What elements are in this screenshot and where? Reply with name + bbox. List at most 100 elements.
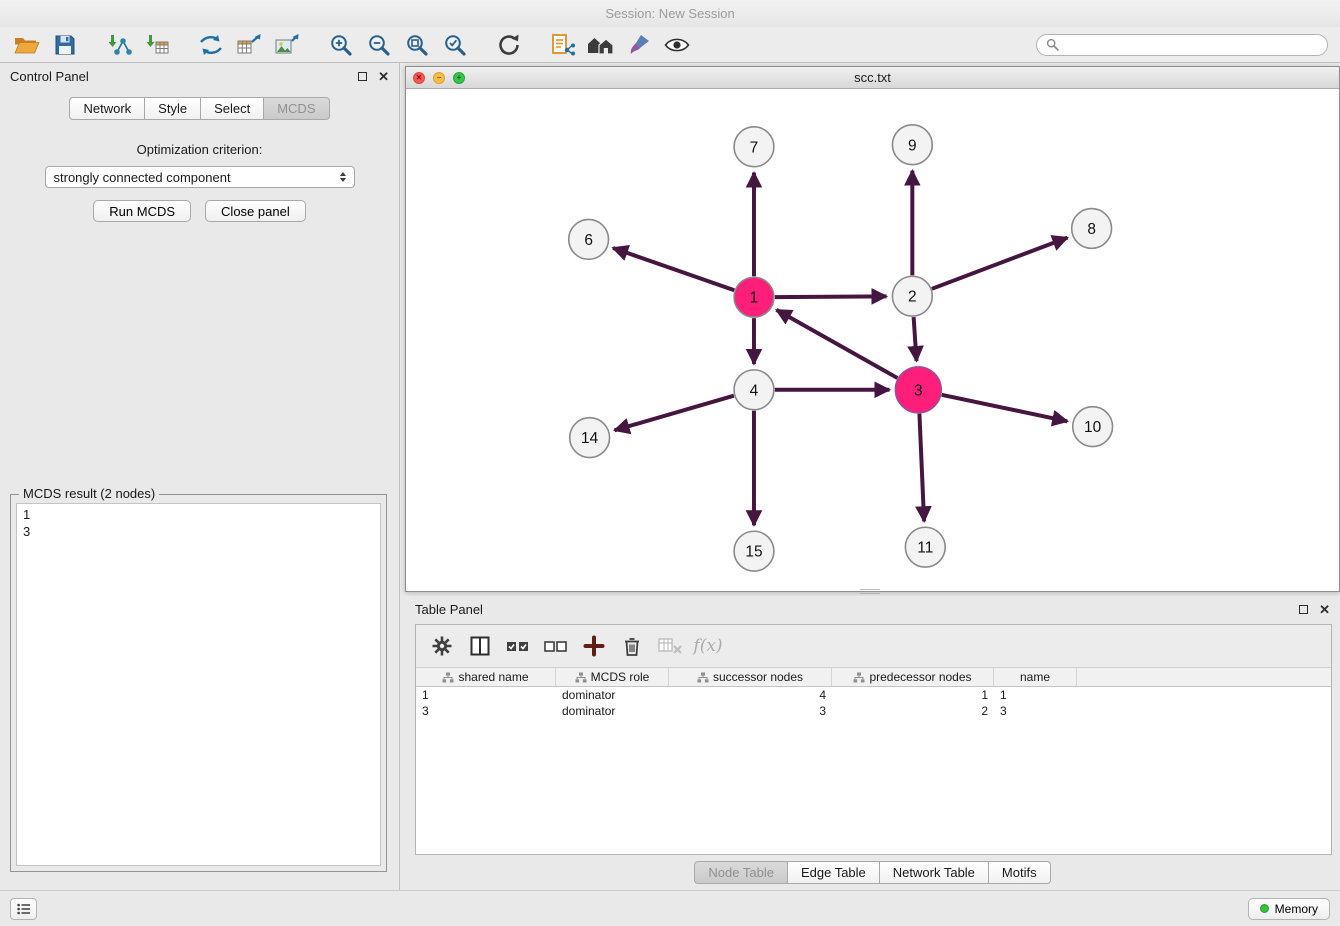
graph-node-9[interactable]: 9 [892, 125, 932, 165]
close-panel-button-mcds[interactable]: Close panel [205, 200, 306, 222]
memory-button[interactable]: Memory [1248, 898, 1330, 920]
cell-successor-nodes: 4 [669, 688, 832, 702]
graph-edge-1-6[interactable] [613, 248, 734, 290]
new-network-button[interactable] [192, 30, 230, 60]
float-panel-button[interactable] [358, 69, 367, 84]
graph-node-15[interactable]: 15 [734, 531, 774, 571]
graph-edge-3-11[interactable] [919, 414, 924, 522]
save-session-button[interactable] [46, 30, 84, 60]
column-tree-icon [853, 672, 865, 683]
add-button[interactable] [578, 631, 610, 661]
table-row[interactable]: 3 dominator 3 2 3 [416, 703, 1331, 719]
network-window-titlebar[interactable]: ✕ − + scc.txt [406, 67, 1339, 89]
graph-node-3[interactable]: 3 [895, 367, 941, 413]
image-arrow-icon [274, 33, 300, 57]
run-mcds-button[interactable]: Run MCDS [93, 200, 191, 222]
select-all-button[interactable] [502, 631, 534, 661]
zoom-selected-button[interactable] [436, 30, 474, 60]
graph-node-10[interactable]: 10 [1073, 407, 1113, 447]
graph-node-2[interactable]: 2 [892, 276, 932, 316]
graph-edge-3-10[interactable] [942, 395, 1068, 421]
gear-icon [431, 635, 453, 657]
import-network-button[interactable] [100, 30, 138, 60]
column-header-successor-nodes[interactable]: successor nodes [669, 668, 832, 686]
column-tree-icon [442, 672, 454, 683]
column-header-mcds-role[interactable]: MCDS role [556, 668, 669, 686]
search-input[interactable] [1065, 38, 1318, 52]
graph-node-label: 15 [745, 544, 762, 561]
network-window-title: scc.txt [406, 70, 1339, 85]
zoom-out-button[interactable] [360, 30, 398, 60]
memory-label: Memory [1275, 902, 1318, 916]
tab-edge-table[interactable]: Edge Table [788, 861, 880, 884]
delete-table-button[interactable] [654, 631, 686, 661]
home-button[interactable] [582, 30, 620, 60]
graph-edge-4-14[interactable] [615, 396, 734, 431]
tab-select[interactable]: Select [201, 97, 264, 120]
column-header-label: shared name [458, 670, 528, 684]
column-header-name[interactable]: name [994, 668, 1077, 686]
table-row[interactable]: 1 dominator 4 1 1 [416, 687, 1331, 703]
network-graph[interactable]: 7 9 6 8 1 2 4 3 14 10 15 11 [406, 89, 1339, 591]
open-folder-icon [14, 34, 40, 56]
delete-button[interactable] [616, 631, 648, 661]
graph-node-14[interactable]: 14 [570, 418, 610, 458]
close-panel-button[interactable]: ✕ [378, 70, 389, 83]
float-icon [1299, 605, 1308, 614]
graph-edge-1-2[interactable] [775, 296, 887, 297]
close-window-button[interactable]: ✕ [413, 72, 425, 84]
new-table-button[interactable] [230, 30, 268, 60]
zoom-selected-icon [443, 33, 467, 57]
graph-node-4[interactable]: 4 [734, 370, 774, 410]
document-share-button[interactable] [544, 30, 582, 60]
graph-edge-3-1[interactable] [776, 310, 897, 378]
style-button[interactable] [620, 30, 658, 60]
double-home-icon [587, 34, 615, 56]
column-header-predecessor-nodes[interactable]: predecessor nodes [832, 668, 994, 686]
column-header-shared-name[interactable]: shared name [416, 668, 556, 686]
tab-network[interactable]: Network [69, 97, 145, 120]
mcds-result-list[interactable]: 1 3 [16, 503, 381, 866]
export-image-button[interactable] [268, 30, 306, 60]
minimize-window-button[interactable]: − [433, 72, 445, 84]
zoom-window-button[interactable]: + [453, 72, 465, 84]
graph-node-label: 7 [750, 139, 759, 156]
column-header-label: name [1020, 670, 1050, 684]
function-builder-button[interactable]: f(x) [692, 631, 724, 661]
tab-network-table[interactable]: Network Table [880, 861, 989, 884]
graph-edge-2-8[interactable] [932, 238, 1068, 289]
graph-node-6[interactable]: 6 [569, 219, 609, 259]
graph-node-8[interactable]: 8 [1072, 209, 1112, 249]
trash-icon [621, 635, 643, 657]
close-table-panel-button[interactable]: ✕ [1319, 603, 1330, 616]
show-graphics-button[interactable] [658, 30, 696, 60]
zoom-in-button[interactable] [322, 30, 360, 60]
show-columns-button[interactable] [464, 631, 496, 661]
graph-edge-2-3[interactable] [914, 317, 917, 361]
open-session-button[interactable] [8, 30, 46, 60]
graph-node-11[interactable]: 11 [905, 527, 945, 567]
splitter-handle[interactable] [860, 589, 880, 594]
tab-node-table[interactable]: Node Table [694, 861, 788, 884]
status-bar: Memory [0, 890, 1340, 926]
criterion-select[interactable]: strongly connected component [45, 166, 355, 188]
graph-node-label: 8 [1087, 221, 1096, 238]
graph-node-7[interactable]: 7 [734, 127, 774, 167]
zoom-fit-button[interactable] [398, 30, 436, 60]
float-table-panel-button[interactable] [1299, 602, 1308, 617]
fx-icon: f(x) [693, 636, 722, 656]
search-box[interactable] [1036, 34, 1328, 56]
refresh-button[interactable] [490, 30, 528, 60]
tab-motifs[interactable]: Motifs [989, 861, 1051, 884]
cell-name: 3 [994, 704, 1077, 718]
network-canvas[interactable]: 7 9 6 8 1 2 4 3 14 10 15 11 [406, 89, 1339, 591]
import-table-button[interactable] [138, 30, 176, 60]
tab-mcds[interactable]: MCDS [264, 97, 329, 120]
deselect-all-button[interactable] [540, 631, 572, 661]
graph-node-1[interactable]: 1 [734, 277, 774, 317]
tab-style[interactable]: Style [145, 97, 201, 120]
eye-icon [664, 36, 690, 54]
table-settings-button[interactable] [426, 631, 458, 661]
task-history-button[interactable] [10, 898, 37, 920]
mcds-result-item: 1 [23, 506, 374, 523]
